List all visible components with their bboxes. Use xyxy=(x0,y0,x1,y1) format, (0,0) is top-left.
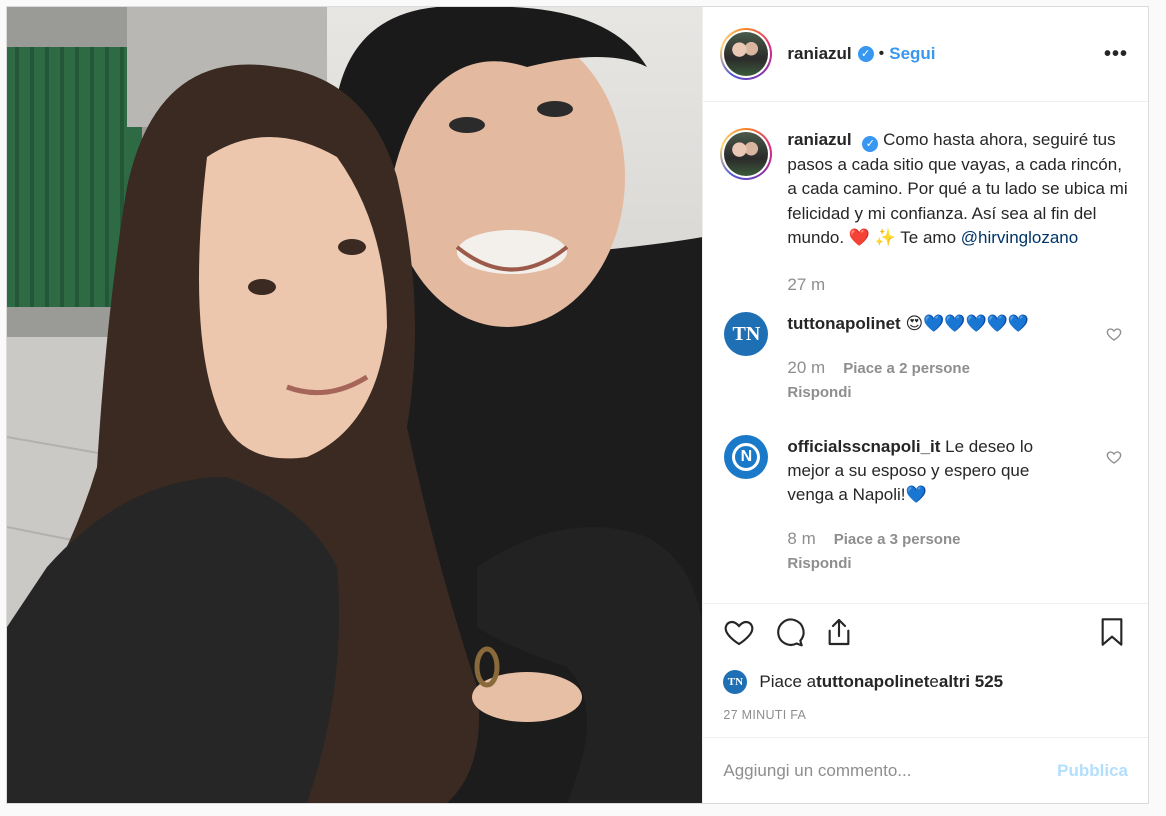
comment-username[interactable]: tuttonapolinet xyxy=(787,314,900,333)
selfie-illustration xyxy=(7,7,703,803)
likes-summary: TN Piace a tuttonapolinet e altri 525 xyxy=(723,670,1128,694)
add-comment-bar: Pubblica xyxy=(703,737,1148,803)
caption-username[interactable]: raniazul xyxy=(787,130,851,149)
comment-item: N officialsscnapoli_it Le deseo lo mejor… xyxy=(720,435,1128,576)
post-photo[interactable] xyxy=(7,7,703,803)
action-bar xyxy=(723,606,1128,658)
comment-time[interactable]: 20 m xyxy=(787,356,825,380)
likes-others[interactable]: altri 525 xyxy=(939,672,1003,692)
comment-body: tuttonapolinet 😍💙💙💙💙💙 20 m Piace a 2 per… xyxy=(787,312,1077,405)
caption-avatar-ring[interactable] xyxy=(720,128,773,180)
profile-avatar xyxy=(724,32,769,76)
post-header: raniazul ✓ • Segui ••• xyxy=(703,7,1148,102)
instagram-post: raniazul ✓ • Segui ••• raniazul ✓ Como h… xyxy=(6,6,1149,804)
comment-meta: 8 m Piace a 3 persone xyxy=(787,527,1077,552)
follow-button[interactable]: Segui xyxy=(889,44,935,64)
heart-icon[interactable] xyxy=(723,616,755,648)
caption-mention[interactable]: @hirvinglozano xyxy=(961,228,1078,247)
caption-avatar-border xyxy=(722,130,771,178)
comment-avatar[interactable]: TN xyxy=(724,312,769,356)
caption-avatar xyxy=(724,132,769,176)
profile-avatar-ring[interactable] xyxy=(720,28,773,80)
separator-dot: • xyxy=(878,45,885,62)
likes-prefix: Piace a xyxy=(759,672,817,691)
header-username[interactable]: raniazul xyxy=(787,44,851,64)
verified-icon: ✓ xyxy=(862,136,879,152)
comment-meta: 20 m Piace a 2 persone xyxy=(787,356,1077,381)
caption-body: raniazul ✓ Como hasta ahora, seguiré tus… xyxy=(787,128,1128,297)
comment-likes[interactable]: Piace a 3 persone xyxy=(834,528,961,552)
comment-time[interactable]: 8 m xyxy=(787,527,815,551)
share-icon[interactable] xyxy=(823,616,855,648)
likes-middle: e xyxy=(929,672,939,691)
post-timestamp[interactable]: 27 MINUTI FA xyxy=(723,708,1128,722)
reply-button[interactable]: Rispondi xyxy=(787,552,1077,576)
post-caption: raniazul ✓ Como hasta ahora, seguiré tus… xyxy=(720,128,1128,297)
comment-avatar[interactable]: N xyxy=(724,435,769,479)
likes-user[interactable]: tuttonapolinet xyxy=(816,672,929,692)
comment-text: 😍💙💙💙💙💙 xyxy=(905,314,1029,333)
comment-body: officialsscnapoli_it Le deseo lo mejor a… xyxy=(787,435,1077,576)
caption-text-end: ✨ Te amo xyxy=(874,228,961,247)
bookmark-icon[interactable] xyxy=(1096,616,1128,648)
publish-button[interactable]: Pubblica xyxy=(1057,761,1128,781)
heart-icon[interactable] xyxy=(1106,449,1122,465)
comments-list[interactable]: raniazul ✓ Como hasta ahora, seguiré tus… xyxy=(703,103,1148,603)
napoli-logo: N xyxy=(732,443,761,471)
likes-avatar[interactable]: TN xyxy=(723,670,748,694)
comment-input[interactable] xyxy=(723,760,1058,781)
heart-icon[interactable] xyxy=(1106,326,1122,342)
caption-time[interactable]: 27 m xyxy=(787,273,1128,298)
post-actions: TN Piace a tuttonapolinet e altri 525 27… xyxy=(703,603,1148,738)
comment-likes[interactable]: Piace a 2 persone xyxy=(843,357,970,381)
more-icon[interactable]: ••• xyxy=(1104,43,1128,66)
post-side-panel: raniazul ✓ • Segui ••• raniazul ✓ Como h… xyxy=(702,7,1148,803)
comment-icon[interactable] xyxy=(773,616,805,648)
profile-avatar-border xyxy=(722,30,771,78)
verified-icon: ✓ xyxy=(857,46,874,62)
comment-username[interactable]: officialsscnapoli_it xyxy=(787,437,940,456)
reply-button[interactable]: Rispondi xyxy=(787,381,1077,405)
comment-item: TN tuttonapolinet 😍💙💙💙💙💙 20 m Piace a 2 … xyxy=(720,312,1128,405)
